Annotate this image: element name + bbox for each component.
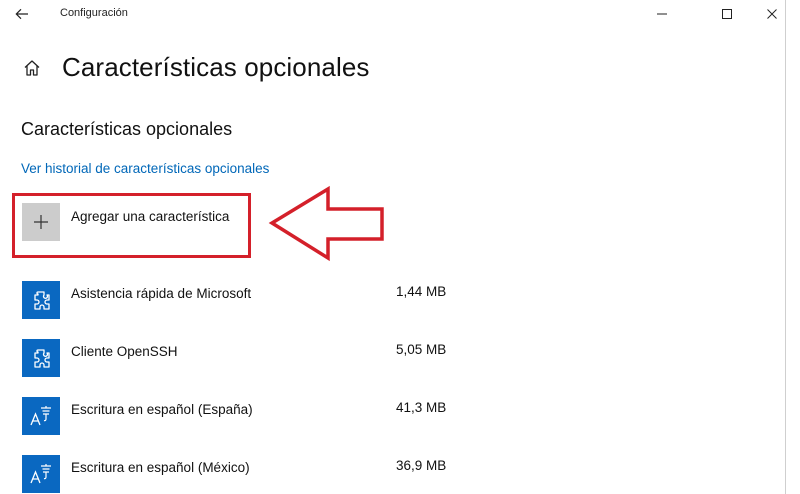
feature-size: 36,9 MB	[396, 458, 447, 473]
arrow-left-icon	[15, 8, 28, 20]
feature-size: 1,44 MB	[396, 284, 447, 299]
feature-icon-tile	[22, 397, 60, 435]
feature-icon-tile	[22, 281, 60, 319]
close-icon	[767, 9, 777, 19]
feature-row[interactable]: Asistencia rápida de Microsoft 1,44 MB	[22, 280, 462, 320]
history-link[interactable]: Ver historial de características opciona…	[21, 161, 269, 176]
background-window-edge	[785, 0, 800, 494]
section-title: Características opcionales	[21, 119, 233, 139]
settings-window: Configuración Características opcionales…	[0, 0, 785, 494]
language-icon	[30, 464, 51, 484]
page-title: Características opcionales	[62, 52, 370, 82]
title-bar: Configuración	[0, 0, 785, 28]
feature-icon-tile	[22, 455, 60, 493]
feature-name: Asistencia rápida de Microsoft	[71, 285, 252, 301]
plus-icon	[34, 215, 48, 229]
minimize-button[interactable]	[639, 0, 685, 28]
feature-name: Escritura en español (México)	[71, 459, 250, 475]
back-button[interactable]	[6, 0, 38, 28]
feature-size: 5,05 MB	[396, 342, 447, 357]
feature-row[interactable]: Escritura en español (España) 41,3 MB	[22, 396, 462, 436]
feature-row[interactable]: Cliente OpenSSH 5,05 MB	[22, 338, 462, 378]
feature-size: 41,3 MB	[396, 400, 447, 415]
app-title: Configuración	[60, 7, 128, 19]
minimize-icon	[657, 13, 667, 15]
feature-row[interactable]: Escritura en español (México) 36,9 MB	[22, 454, 462, 494]
add-tile	[22, 203, 60, 241]
feature-name: Escritura en español (España)	[71, 401, 253, 417]
add-feature-button[interactable]: Agregar una característica	[22, 203, 252, 247]
feature-icon-tile	[22, 339, 60, 377]
maximize-icon	[722, 9, 732, 19]
home-button[interactable]	[20, 56, 44, 80]
language-icon	[30, 406, 51, 426]
home-icon	[24, 60, 40, 76]
feature-name: Cliente OpenSSH	[71, 343, 178, 359]
add-feature-label: Agregar una característica	[71, 209, 230, 224]
maximize-button[interactable]	[704, 0, 750, 28]
puzzle-icon	[34, 349, 50, 368]
red-arrow-annotation	[268, 185, 384, 262]
close-button[interactable]	[749, 0, 785, 28]
puzzle-icon	[34, 291, 50, 310]
